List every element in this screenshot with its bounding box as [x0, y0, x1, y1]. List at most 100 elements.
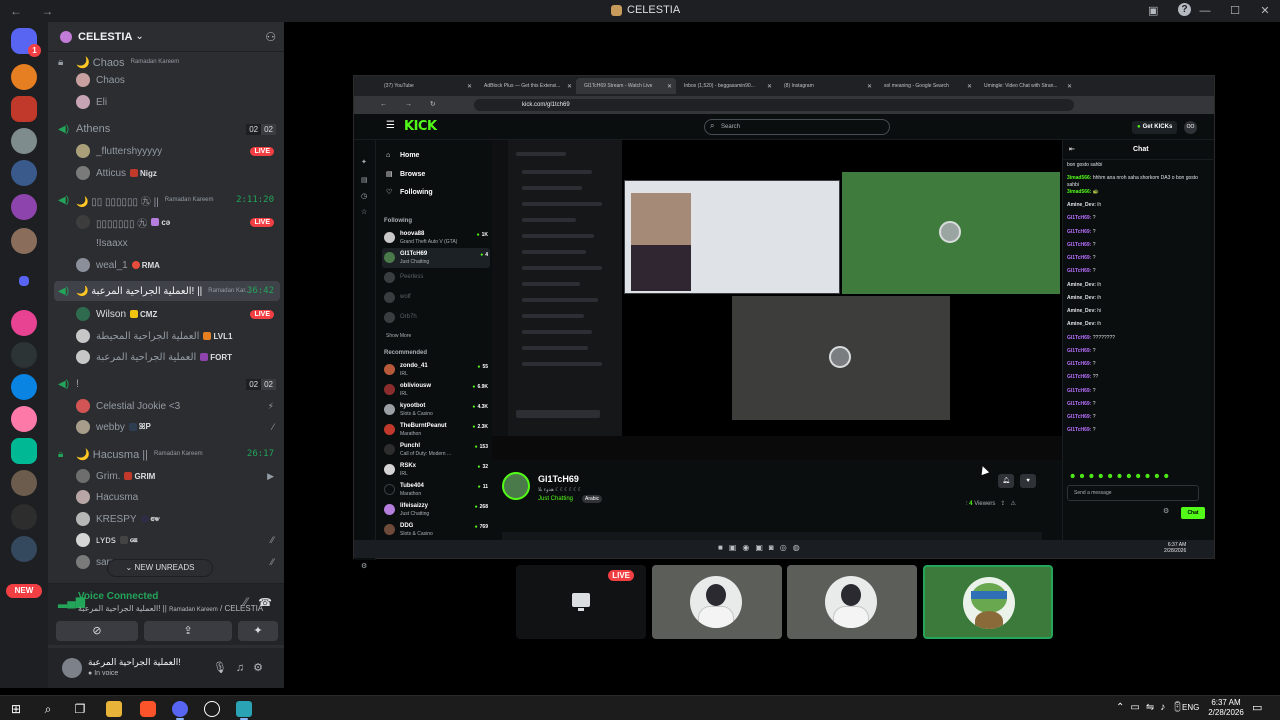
voice-member[interactable]: Atticus Nigz: [76, 163, 280, 183]
rail-icon[interactable]: ▤: [361, 176, 368, 184]
voice-location[interactable]: العملية الجراحية المرعبة! || Ramadan Kar…: [78, 604, 263, 613]
stream-video-player[interactable]: [492, 140, 1062, 460]
discord-home-icon[interactable]: 1: [11, 28, 41, 57]
participant-tile[interactable]: [787, 565, 917, 639]
server-icon-2[interactable]: [11, 96, 37, 122]
following-channel-selected[interactable]: Gl1TcH69 Just Chatting 4: [382, 248, 490, 268]
voice-member[interactable]: العملية الجراحية المرعبة FORT: [76, 347, 280, 367]
recommended-channel[interactable]: kyootbot Slots & Casino 4.3K: [382, 400, 490, 420]
nav-home[interactable]: ⌂ Home: [386, 152, 419, 159]
inbox-icon[interactable]: ▣: [1148, 4, 1158, 17]
close-button[interactable]: ✕: [1250, 0, 1280, 22]
server-icon-10[interactable]: [11, 406, 37, 432]
streamer-name[interactable]: Gl1TcH69: [538, 474, 579, 484]
kick-logo[interactable]: KICK: [404, 119, 437, 134]
nav-browse[interactable]: ▤ Browse: [386, 170, 425, 179]
server-icon-14[interactable]: [11, 536, 37, 562]
voice-member[interactable]: Hacusma: [76, 487, 280, 507]
chat-username[interactable]: 3imad566:: [1067, 175, 1091, 181]
nav-following[interactable]: ♡ Following: [386, 188, 433, 197]
notification-bell-icon[interactable]: 🔔︎: [998, 474, 1014, 488]
user-avatar[interactable]: OO: [1184, 121, 1197, 134]
chat-username[interactable]: Amine_Dev:: [1067, 282, 1096, 288]
maximize-button[interactable]: ☐: [1220, 0, 1250, 22]
voice-member[interactable]: ▯▯▯▯▯▯▯ ㊈ cə LIVE: [76, 212, 280, 232]
chat-username[interactable]: Gl1TcH69:: [1067, 335, 1091, 341]
folder-icon[interactable]: [19, 276, 29, 286]
screen-share-tile[interactable]: LIVE: [516, 565, 646, 639]
gear-icon[interactable]: ⚙: [253, 662, 272, 674]
address-bar[interactable]: kick.com/gl1tch69: [474, 99, 1074, 111]
username[interactable]: العملية الجراحية المرعبة!: [88, 657, 181, 668]
noise-suppression-icon[interactable]: ⁄⁄: [244, 596, 248, 608]
activities-button[interactable]: ✦: [238, 621, 278, 641]
rail-icon[interactable]: ◷: [361, 192, 367, 200]
search-icon[interactable]: ⌕: [40, 701, 56, 717]
server-icon-4[interactable]: [11, 160, 37, 186]
windows-start-icon[interactable]: ⊞: [8, 701, 24, 717]
chat-username[interactable]: Gl1TcH69:: [1067, 268, 1091, 274]
live-badge[interactable]: LIVE: [250, 309, 274, 319]
get-kicks-button[interactable]: Get KICKs: [1132, 121, 1178, 134]
back-forward-icons[interactable]: ← →: [10, 4, 61, 18]
voice-member[interactable]: ʟʏᴅꜱ ꮐꭼ ⁄⁄: [76, 530, 280, 550]
screen-share-button[interactable]: ⇪: [144, 621, 232, 641]
close-tab-icon[interactable]: ✕: [1067, 83, 1072, 90]
voice-connected-status[interactable]: Voice Connected: [78, 591, 158, 602]
voice-channel-bang[interactable]: ◀) ! 02 02: [54, 374, 280, 394]
voice-channel-hacusma[interactable]: 🔒︎ 🌙 Hacusma || Ramadan Kareem 26:17: [54, 444, 280, 464]
show-more-link[interactable]: Show More: [386, 333, 411, 339]
server-icon-1[interactable]: [11, 64, 37, 90]
voice-channel-athens[interactable]: ◀) Athens 02 02: [54, 119, 280, 139]
following-channel-offline[interactable]: Orb7h: [382, 308, 490, 328]
stream-language-tag[interactable]: Arabic: [582, 495, 603, 503]
chat-username[interactable]: Gl1TcH69:: [1067, 361, 1091, 367]
brave-browser-icon[interactable]: [140, 701, 156, 717]
server-icon-12[interactable]: [11, 470, 37, 496]
close-tab-icon[interactable]: ✕: [867, 83, 872, 90]
chat-username[interactable]: Gl1TcH69:: [1067, 401, 1091, 407]
shared-screen-browser[interactable]: (37) YouTube ✕ AdBlock Plus — Get this Ex…: [353, 75, 1215, 570]
chat-username[interactable]: Gl1TcH69:: [1067, 427, 1091, 433]
close-tab-icon[interactable]: ✕: [667, 83, 672, 90]
recommended-channel[interactable]: zondo_41 IRL 55: [382, 360, 490, 380]
browser-tab[interactable]: Umingle: Video Chat with Stran... ✕: [976, 78, 1076, 94]
chat-username[interactable]: Gl1TcH69:: [1067, 348, 1091, 354]
voice-member[interactable]: Celestial Jookie <3 ⚡︎: [76, 396, 280, 416]
chat-settings-icon[interactable]: ⚙: [1163, 507, 1169, 515]
chat-username[interactable]: Amine_Dev:: [1067, 321, 1096, 327]
app-icon[interactable]: [236, 701, 252, 720]
new-badge[interactable]: NEW: [6, 584, 42, 598]
live-badge[interactable]: LIVE: [250, 146, 274, 156]
voice-member[interactable]: Chaos: [76, 70, 280, 90]
server-icon-9[interactable]: [11, 374, 37, 400]
recommended-channel[interactable]: lifeisaizzy Just Chatting 268: [382, 500, 490, 520]
recommended-channel[interactable]: obliviousw IRL 6.9K: [382, 380, 490, 400]
following-channel[interactable]: hoova88 Grand Theft Auto V (GTA) 1K: [382, 228, 490, 248]
rail-icon[interactable]: ✦: [361, 158, 367, 166]
chat-input[interactable]: Send a message: [1067, 485, 1199, 501]
chat-username[interactable]: Gl1TcH69:: [1067, 414, 1091, 420]
following-channel-offline[interactable]: Peerless: [382, 268, 490, 288]
chat-username[interactable]: Amine_Dev:: [1067, 202, 1096, 208]
chat-username[interactable]: Gl1TcH69:: [1067, 229, 1091, 235]
chat-username[interactable]: Gl1TcH69:: [1067, 242, 1091, 248]
voice-member[interactable]: العملية الجراحية المحيطة LVL1: [76, 326, 280, 346]
server-icon-7[interactable]: [11, 310, 37, 336]
discord-icon[interactable]: [172, 701, 188, 720]
recommended-channel[interactable]: RSKx IRL 32: [382, 460, 490, 480]
language-indicator[interactable]: ENG: [1182, 703, 1199, 712]
close-tab-icon[interactable]: ✕: [567, 83, 572, 90]
taskbar-clock[interactable]: 6:37 AM 2/28/2026: [1206, 698, 1246, 718]
chat-username[interactable]: Gl1TcH69:: [1067, 215, 1091, 221]
participant-tile-speaking[interactable]: [923, 565, 1053, 639]
server-icon-5[interactable]: [11, 194, 37, 220]
chat-username[interactable]: Gl1TcH69:: [1067, 255, 1091, 261]
voice-member[interactable]: Grim. GRIM ▶: [76, 466, 280, 486]
recommended-channel[interactable]: Tube404 Marathon 11: [382, 480, 490, 500]
settings-icon[interactable]: ⚙: [361, 562, 367, 570]
browser-tab[interactable]: AdBlock Plus — Get this Extensi... ✕: [476, 78, 576, 94]
server-icon-6[interactable]: [11, 228, 37, 254]
recommended-channel[interactable]: TheBurntPeanut Marathon 2.3K: [382, 420, 490, 440]
recommended-channel[interactable]: PunchI Call of Duty: Modern ... 153: [382, 440, 490, 460]
